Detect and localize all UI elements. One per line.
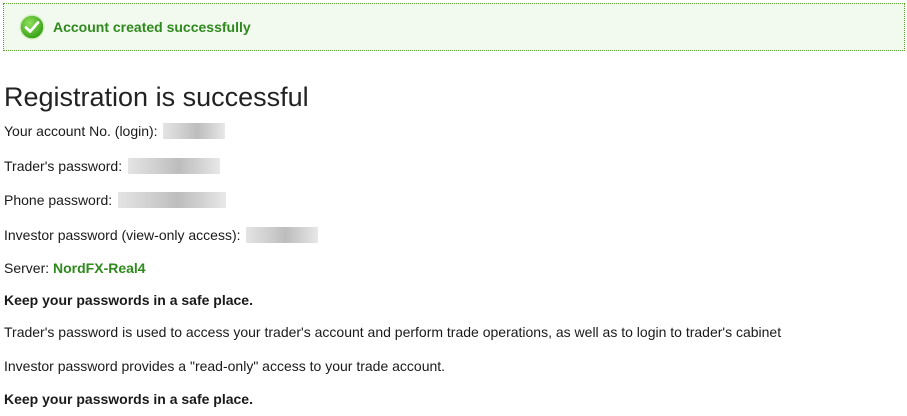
- investor-password-label: Investor password (view-only access):: [4, 227, 241, 243]
- phone-password-label: Phone password:: [4, 192, 113, 208]
- server-value: NordFX-Real4: [53, 260, 146, 276]
- keep-safe-note-1: Keep your passwords in a safe place.: [4, 292, 253, 308]
- server-row: Server: NordFX-Real4: [4, 259, 146, 277]
- checkmark-circle-icon: [19, 14, 45, 40]
- server-label: Server:: [4, 260, 50, 276]
- page-title: Registration is successful: [4, 82, 309, 112]
- traders-password-label: Trader's password:: [4, 158, 123, 174]
- login-label: Your account No. (login):: [4, 123, 158, 139]
- traders-password-value-redacted: [127, 158, 220, 174]
- phone-password-value-redacted: [118, 192, 227, 208]
- keep-safe-note-2: Keep your passwords in a safe place.: [4, 391, 253, 407]
- notice-text: Account created successfully: [53, 19, 251, 35]
- investor-password-info: Investor password provides a "read-only"…: [4, 358, 446, 374]
- investor-password-row: Investor password (view-only access):: [4, 226, 319, 244]
- success-notice: Account created successfully: [3, 3, 905, 51]
- phone-password-row: Phone password:: [4, 191, 227, 209]
- login-row: Your account No. (login):: [4, 122, 226, 140]
- login-value-redacted: [163, 123, 226, 139]
- traders-password-row: Trader's password:: [4, 157, 220, 175]
- investor-password-value-redacted: [246, 227, 319, 243]
- traders-password-info: Trader's password is used to access your…: [4, 324, 782, 340]
